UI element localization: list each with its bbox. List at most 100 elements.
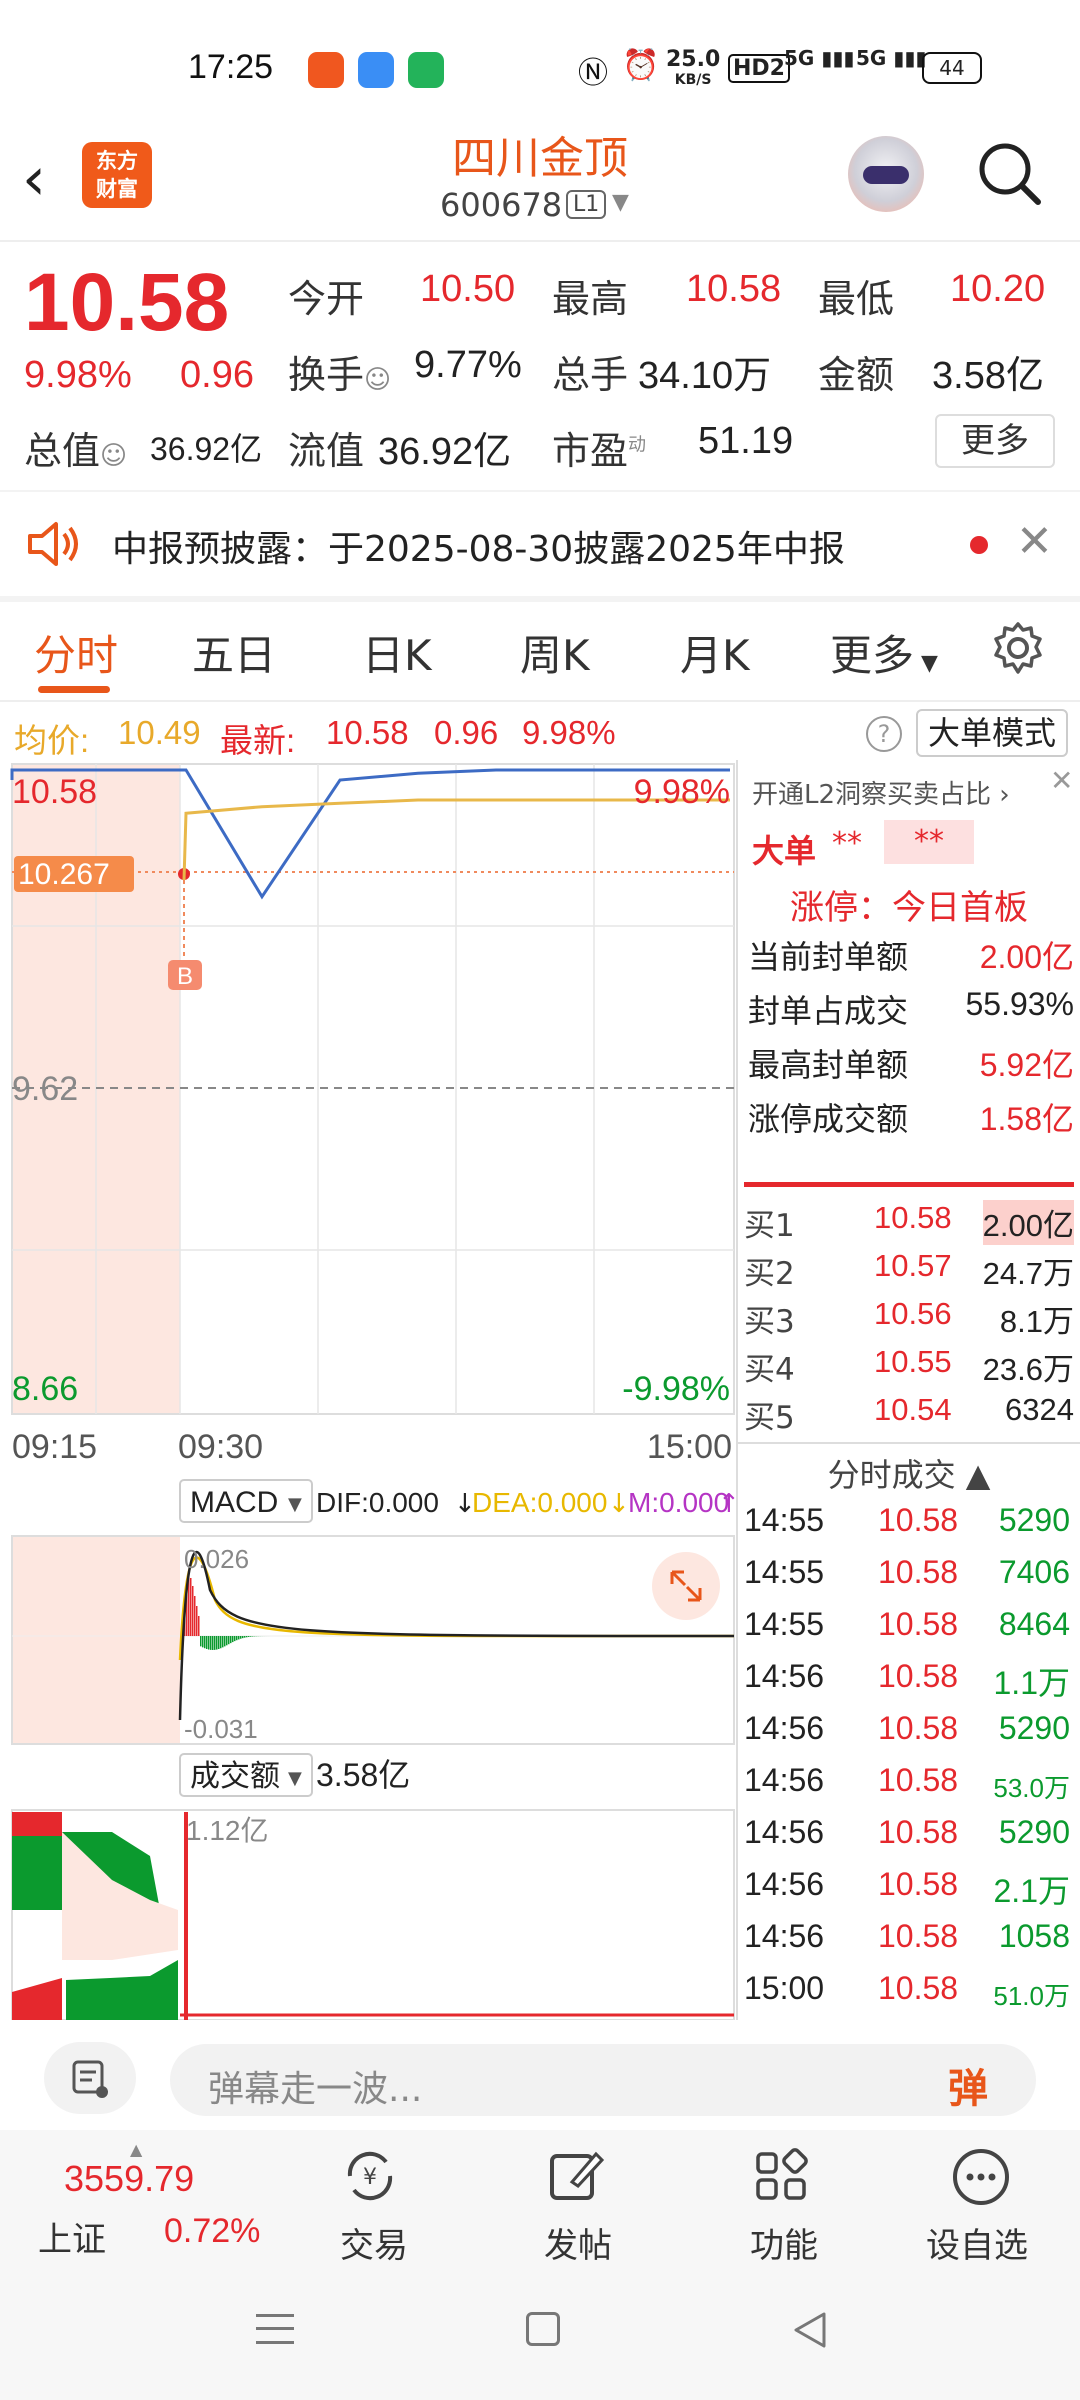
- hd-icon: HD2: [728, 54, 790, 83]
- close-icon[interactable]: ✕: [1050, 764, 1073, 797]
- macd-bar: [248, 1636, 250, 1637]
- comment-bar: 弹幕走一波... 弹: [0, 2020, 1080, 2130]
- macd-bar: [224, 1636, 226, 1647]
- buy-marker-letter: B: [177, 963, 193, 990]
- tab-five-day[interactable]: 五日: [192, 622, 276, 683]
- home-icon[interactable]: [526, 2312, 560, 2346]
- assistant-avatar-icon[interactable]: [848, 136, 924, 212]
- intraday-chart[interactable]: B 10.267 10.58 9.62 8.66 9.98% -9.98% 09…: [0, 760, 736, 2020]
- search-icon[interactable]: [976, 140, 1042, 206]
- more-button[interactable]: 更多: [935, 414, 1055, 468]
- big-order-mode-button[interactable]: 大单模式: [916, 709, 1068, 757]
- notice-bar[interactable]: 中报预披露：于2025-08-30披露2025年中报 ✕: [0, 492, 1080, 596]
- x-label-0915: 09:15: [12, 1428, 97, 1466]
- nav-add-watchlist[interactable]: 设自选: [926, 2218, 1028, 2267]
- speaker-icon: [28, 522, 78, 566]
- nav-post[interactable]: 发帖: [544, 2218, 612, 2267]
- avg-value: 10.49: [118, 714, 201, 751]
- tab-more[interactable]: 更多 ▼: [830, 622, 938, 683]
- low-label: 最低: [818, 277, 895, 321]
- mktcap-value: 36.92亿: [150, 431, 263, 467]
- macd-bar: [208, 1636, 210, 1650]
- macd-bar: [228, 1636, 230, 1645]
- signal-icon-1: 5G ▮▮▮: [784, 46, 855, 70]
- macd-bar: [238, 1636, 240, 1640]
- ticks-title[interactable]: 分时成交 ▲: [738, 1450, 1080, 1496]
- macd-bar: [198, 1616, 200, 1636]
- signal-icon-2: 5G ▮▮▮: [856, 46, 927, 70]
- nfc-icon: Ⓝ: [578, 56, 608, 91]
- tab-monthly-k[interactable]: 月K: [680, 622, 750, 683]
- chevron-down-icon[interactable]: ▼: [612, 190, 629, 215]
- divider: [0, 240, 1080, 242]
- comment-list-icon[interactable]: [44, 2042, 136, 2114]
- pre-auction-red-lower: [12, 1978, 62, 2020]
- back-nav-icon[interactable]: [790, 2310, 830, 2350]
- open-value: 10.50: [420, 268, 516, 310]
- macd-label: MACD: [190, 1486, 278, 1519]
- macd-bottom-label: -0.031: [184, 1714, 258, 1744]
- clock: 17:25: [188, 48, 274, 86]
- macd-bar: [222, 1636, 224, 1648]
- danmu-toggle-icon[interactable]: 弹: [948, 2056, 988, 2114]
- pe-label: 市盈动: [552, 429, 647, 473]
- big-order-value: **: [832, 826, 862, 861]
- order-book: 买1 10.58 2.00亿 买2 10.57 24.7万 买3 10.56 8.1万 买4…: [744, 1200, 1074, 1436]
- nav-functions[interactable]: 功能: [750, 2218, 818, 2267]
- tab-daily-k[interactable]: 日K: [362, 622, 432, 683]
- l2-promo-link[interactable]: 开通L2洞察买卖占比 ›: [752, 774, 1010, 811]
- y-top-label: 10.58: [12, 773, 97, 811]
- macd-bar: [204, 1636, 206, 1649]
- nav-trade[interactable]: 交易: [340, 2218, 408, 2267]
- latest-change: 0.96: [434, 714, 499, 751]
- amount-label: 金额: [818, 353, 895, 397]
- macd-bar: [212, 1636, 214, 1650]
- macd-bar: [216, 1636, 218, 1650]
- tick-row: 14:56 10.58 53.0万: [744, 1762, 1070, 1803]
- help-icon[interactable]: ?: [866, 716, 902, 752]
- add-watchlist-icon[interactable]: [950, 2146, 1012, 2208]
- macd-bar: [218, 1636, 220, 1649]
- settings-icon[interactable]: [990, 620, 1046, 676]
- index-value[interactable]: 3559.79: [64, 2158, 194, 2200]
- macd-bar: [210, 1636, 212, 1650]
- index-name[interactable]: 上证: [38, 2212, 106, 2261]
- macd-bar: [242, 1636, 244, 1639]
- tick-row: 14:56 10.58 5290: [744, 1814, 1070, 1850]
- m-arrow-icon: ↑: [718, 1489, 736, 1519]
- macd-bar: [226, 1636, 228, 1646]
- alarm-icon: ⏰: [622, 48, 660, 83]
- app-notification-icon: [308, 52, 344, 88]
- high-label: 最高: [552, 277, 629, 321]
- latest-value: 10.58: [326, 714, 409, 751]
- post-icon[interactable]: [546, 2146, 606, 2206]
- close-icon[interactable]: ✕: [1016, 516, 1053, 567]
- limit-stats: 当前封单额 2.00亿 封单占成交 55.93% 最高封单额 5.92亿 涨停成交额 1…: [748, 938, 1074, 1138]
- index-pct[interactable]: 0.72%: [164, 2212, 260, 2251]
- macd-histogram: [184, 1574, 288, 1650]
- current-price: 10.58: [24, 257, 230, 348]
- tick-row: 14:56 10.58 1.1万: [744, 1658, 1070, 1701]
- macd-bar: [190, 1578, 192, 1636]
- tick-row: 15:00 10.58 51.0万: [744, 1970, 1070, 2011]
- level-badge[interactable]: L1: [566, 190, 607, 219]
- y-bottom-label: 8.66: [12, 1370, 78, 1408]
- menu-icon[interactable]: [256, 2314, 294, 2344]
- battery-icon: 44: [922, 52, 982, 84]
- danmu-input[interactable]: 弹幕走一波... 弹: [170, 2044, 1036, 2116]
- pct-bottom-label: -9.98%: [622, 1370, 730, 1408]
- tick-row: 14:55 10.58 5290: [744, 1502, 1070, 1538]
- macd-bar: [246, 1636, 248, 1638]
- latest-label: 最新:: [220, 722, 296, 759]
- tab-weekly-k[interactable]: 周K: [520, 622, 590, 683]
- pe-value: 51.19: [698, 420, 794, 462]
- macd-bar: [234, 1636, 236, 1642]
- marker-price-label: 10.267: [18, 858, 110, 891]
- tab-intraday[interactable]: 分时: [34, 622, 118, 683]
- functions-icon[interactable]: [752, 2148, 812, 2206]
- volume-label: 成交额: [190, 1759, 280, 1794]
- tick-row: 14:55 10.58 7406: [744, 1554, 1070, 1590]
- volume-max-label: 1.12亿: [186, 1815, 269, 1846]
- tick-row: 14:55 10.58 8464: [744, 1606, 1070, 1642]
- trade-icon[interactable]: ¥: [340, 2148, 400, 2204]
